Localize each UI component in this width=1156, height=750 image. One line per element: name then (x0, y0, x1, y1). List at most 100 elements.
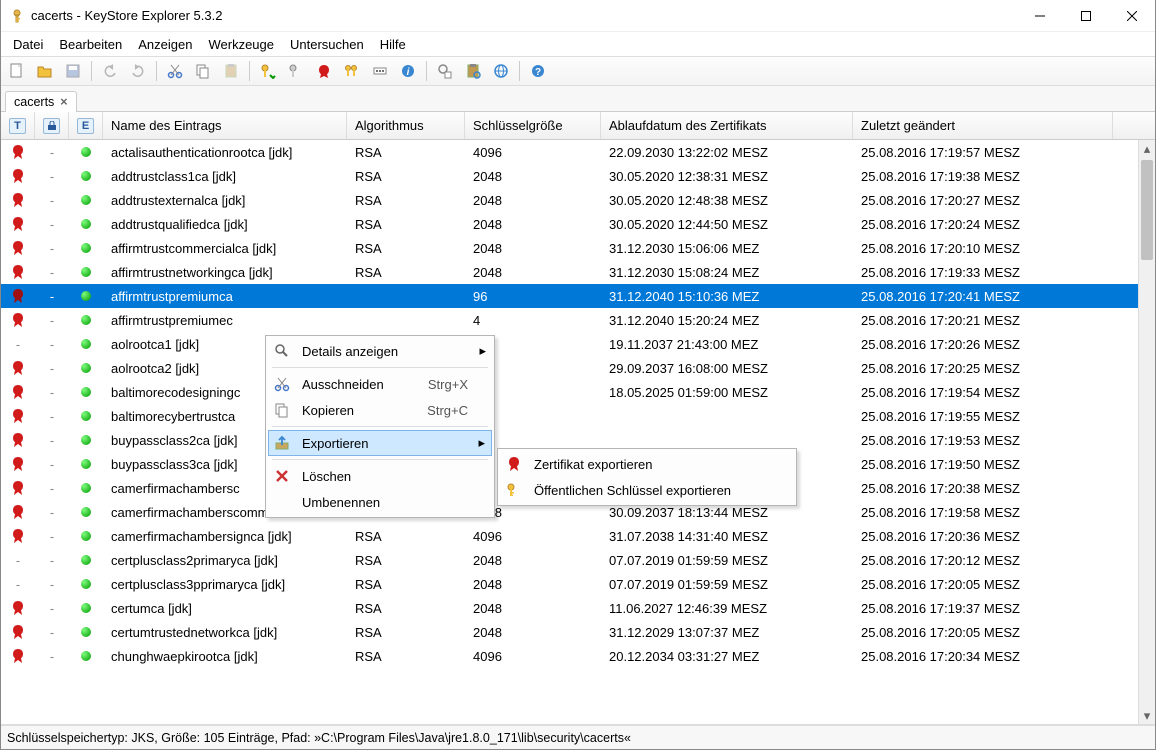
cell-modified: 25.08.2016 17:19:33 MESZ (853, 260, 1113, 284)
col-expiry[interactable]: E (69, 112, 103, 139)
table-row[interactable]: -affirmtrustpremiumca9631.12.2040 15:10:… (1, 284, 1138, 308)
menu-item-details-anzeigen[interactable]: Details anzeigen▸ (268, 338, 492, 364)
table-row[interactable]: -addtrustclass1ca [jdk]RSA204830.05.2020… (1, 164, 1138, 188)
table-row[interactable]: --aolrootca1 [jdk]4819.11.2037 21:43:00 … (1, 332, 1138, 356)
menu-item-label: Ausschneiden (302, 377, 398, 392)
table-row[interactable]: --certplusclass3pprimaryca [jdk]RSA20480… (1, 572, 1138, 596)
menu-untersuchen[interactable]: Untersuchen (282, 35, 372, 54)
password-button[interactable] (368, 59, 392, 83)
cell-size: 2048 (465, 236, 601, 260)
table-row[interactable]: -certumtrustednetworkca [jdk]RSA204831.1… (1, 620, 1138, 644)
col-cert-expiry[interactable]: Ablaufdatum des Zertifikats (601, 112, 853, 139)
table-row[interactable]: -camerfirmachambersignca [jdk]RSA409631.… (1, 524, 1138, 548)
table-row[interactable]: --certplusclass2primaryca [jdk]RSA204807… (1, 548, 1138, 572)
menu-anzeigen[interactable]: Anzeigen (130, 35, 200, 54)
close-button[interactable] (1109, 0, 1155, 32)
open-button[interactable] (33, 59, 57, 83)
export-submenu[interactable]: Zertifikat exportierenÖffentlichen Schlü… (497, 448, 797, 506)
cell-expiry: 11.06.2027 12:46:39 MESZ (601, 596, 853, 620)
col-name[interactable]: Name des Eintrags (103, 112, 347, 139)
help-button[interactable]: ? (526, 59, 550, 83)
menu-item-ausschneiden[interactable]: AusschneidenStrg+X (268, 371, 492, 397)
table-header: T E Name des Eintrags Algorithmus Schlüs… (1, 112, 1155, 140)
cell-modified: 25.08.2016 17:20:05 MESZ (853, 620, 1113, 644)
menu-item-exportieren[interactable]: Exportieren▸ (268, 430, 492, 456)
copy-button[interactable] (191, 59, 215, 83)
cell-name: addtrustqualifiedca [jdk] (103, 212, 347, 236)
col-lock[interactable] (35, 112, 69, 139)
table-row[interactable]: -addtrustexternalca [jdk]RSA204830.05.20… (1, 188, 1138, 212)
cell-type (1, 140, 35, 164)
undo-button[interactable] (98, 59, 122, 83)
key-gray-button[interactable] (284, 59, 308, 83)
cell-algorithm: RSA (347, 164, 465, 188)
table-row[interactable]: -actalisauthenticationrootca [jdk]RSA409… (1, 140, 1138, 164)
save-button[interactable] (61, 59, 85, 83)
cell-lock: - (35, 548, 69, 572)
cut-button[interactable] (163, 59, 187, 83)
col-modified[interactable]: Zuletzt geändert (853, 112, 1113, 139)
menu-item-zertifikat-exportieren[interactable]: Zertifikat exportieren (500, 451, 794, 477)
cell-type (1, 236, 35, 260)
keypair-button[interactable] (256, 59, 280, 83)
table-body[interactable]: -actalisauthenticationrootca [jdk]RSA409… (1, 140, 1138, 724)
table-row[interactable]: -addtrustqualifiedca [jdk]RSA204830.05.2… (1, 212, 1138, 236)
info-button[interactable]: i (396, 59, 420, 83)
tab-close-icon[interactable]: × (60, 95, 67, 109)
cell-status (69, 356, 103, 380)
tab-cacerts[interactable]: cacerts × (5, 91, 77, 112)
cell-modified: 25.08.2016 17:19:50 MESZ (853, 452, 1113, 476)
menu-item-umbenennen[interactable]: Umbenennen (268, 489, 492, 515)
minimize-button[interactable] (1017, 0, 1063, 32)
cell-name: certplusclass2primaryca [jdk] (103, 548, 347, 572)
menu-item-label: Kopieren (302, 403, 397, 418)
scroll-up-icon[interactable]: ▴ (1139, 140, 1155, 157)
scroll-down-icon[interactable]: ▾ (1139, 707, 1155, 724)
cell-lock: - (35, 428, 69, 452)
context-menu[interactable]: Details anzeigen▸AusschneidenStrg+XKopie… (265, 335, 495, 518)
cell-algorithm (347, 308, 465, 332)
menu-item-löschen[interactable]: Löschen (268, 463, 492, 489)
cell-status (69, 476, 103, 500)
table-row[interactable]: -baltimorecodesigningc4818.05.2025 01:59… (1, 380, 1138, 404)
menu-bearbeiten[interactable]: Bearbeiten (51, 35, 130, 54)
paste-button[interactable] (219, 59, 243, 83)
cert-button[interactable] (312, 59, 336, 83)
vertical-scrollbar[interactable]: ▴ ▾ (1138, 140, 1155, 724)
tabstrip: cacerts × (1, 86, 1155, 112)
menu-item-öffentlichen-schlüssel-exportieren[interactable]: Öffentlichen Schlüssel exportieren (500, 477, 794, 503)
menu-werkzeuge[interactable]: Werkzeuge (200, 35, 282, 54)
table-row[interactable]: -affirmtrustpremiumec431.12.2040 15:20:2… (1, 308, 1138, 332)
cell-size: 2048 (465, 188, 601, 212)
table-row[interactable]: -certumca [jdk]RSA204811.06.2027 12:46:3… (1, 596, 1138, 620)
col-type[interactable]: T (1, 112, 35, 139)
cell-status (69, 572, 103, 596)
examine-file-button[interactable] (433, 59, 457, 83)
examine-ssl-button[interactable] (489, 59, 513, 83)
new-button[interactable] (5, 59, 29, 83)
cell-status (69, 620, 103, 644)
col-keysize[interactable]: Schlüsselgröße (465, 112, 601, 139)
cell-status (69, 332, 103, 356)
table-row[interactable]: -baltimorecybertrustca25.08.2016 17:19:5… (1, 404, 1138, 428)
cell-name: addtrustclass1ca [jdk] (103, 164, 347, 188)
table-row[interactable]: -affirmtrustcommercialca [jdk]RSA204831.… (1, 236, 1138, 260)
keypair-yellow-button[interactable] (340, 59, 364, 83)
menu-item-kopieren[interactable]: KopierenStrg+C (268, 397, 492, 423)
statusbar-text: Schlüsselspeichertyp: JKS, Größe: 105 Ei… (7, 731, 631, 745)
table-row[interactable]: -aolrootca2 [jdk]9629.09.2037 16:08:00 M… (1, 356, 1138, 380)
table-row[interactable]: -chunghwaepkirootca [jdk]RSA409620.12.20… (1, 644, 1138, 668)
col-algorithm[interactable]: Algorithmus (347, 112, 465, 139)
table-row[interactable]: -affirmtrustnetworkingca [jdk]RSA204831.… (1, 260, 1138, 284)
examine-clipboard-button[interactable] (461, 59, 485, 83)
cell-algorithm: RSA (347, 260, 465, 284)
cell-lock: - (35, 332, 69, 356)
menu-datei[interactable]: Datei (5, 35, 51, 54)
toolbar-separator (156, 61, 157, 81)
cell-name: addtrustexternalca [jdk] (103, 188, 347, 212)
scroll-thumb[interactable] (1141, 160, 1153, 260)
redo-button[interactable] (126, 59, 150, 83)
cell-algorithm: RSA (347, 572, 465, 596)
maximize-button[interactable] (1063, 0, 1109, 32)
menu-hilfe[interactable]: Hilfe (372, 35, 414, 54)
